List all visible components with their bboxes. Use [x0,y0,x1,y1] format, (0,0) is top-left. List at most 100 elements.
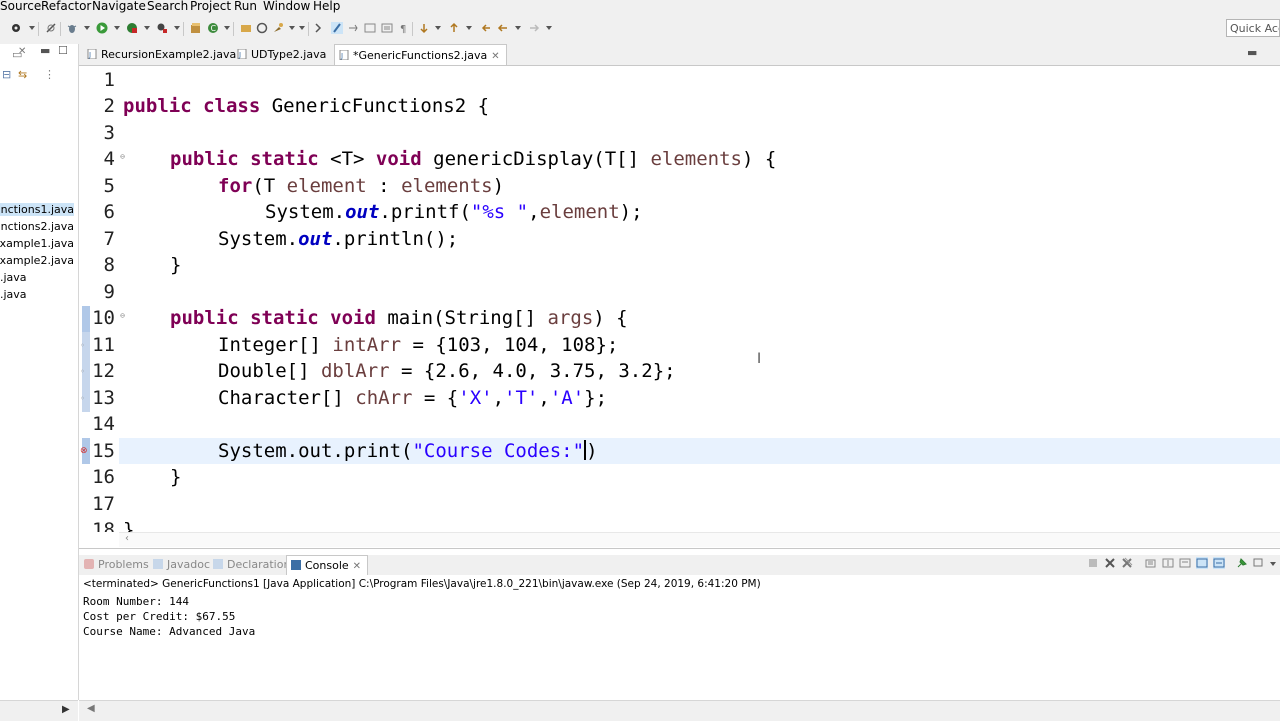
tab-recursion-example2[interactable]: J RecursionExample2.java [83,44,240,65]
clear-console-icon[interactable] [1145,557,1157,569]
debug-icon[interactable] [66,22,78,34]
left-status-bar: ▶ [0,700,78,721]
variable: elements [401,175,493,197]
tree-item-file[interactable]: unctions2.java [0,220,74,233]
new-java-project-icon[interactable] [190,22,202,34]
open-type-icon[interactable] [240,22,252,34]
view-menu-icon[interactable]: ⋮ [44,68,55,81]
word-wrap-icon[interactable] [364,22,376,34]
code-text: ) [586,440,598,462]
code-line-13: Character[] chArr = {'X','T','A'}; [218,387,607,409]
code-text: .printf( [379,201,471,223]
scroll-left-icon[interactable]: ‹ [125,533,129,544]
remove-all-launches-icon[interactable] [1121,557,1133,569]
toggle-mark-occurrences-icon[interactable] [314,22,326,34]
run-icon[interactable] [96,22,108,34]
line-number: 16 [92,466,115,488]
declaration-icon [213,559,223,569]
line-number: 7 [103,228,115,250]
menu-search[interactable]: Search [147,0,188,13]
close-tab-icon[interactable]: ✕ [491,51,499,62]
previous-annotation-icon[interactable] [448,22,460,34]
show-whitespace-icon[interactable] [381,22,393,34]
line-number: 8 [103,254,115,276]
code-text: : [366,175,402,197]
code-line-8: } [170,254,182,276]
tab-problems[interactable]: Problems [81,555,152,575]
quick-access-input[interactable]: Quick Access [1226,19,1280,37]
code-text: , [538,387,550,409]
menu-source[interactable]: Source [0,0,41,13]
tab-generic-functions2[interactable]: J *GenericFunctions2.java ✕ [334,44,507,65]
keyword: for [218,175,253,197]
menu-run[interactable]: Run [234,0,257,13]
open-task-icon[interactable] [256,22,268,34]
word-wrap-icon[interactable] [1179,557,1191,569]
highlight-icon[interactable] [331,22,343,34]
console-output-line: Room Number: 144 [83,595,189,608]
gear-icon[interactable] [10,22,22,34]
tab-udtype2[interactable]: J UDType2.java [233,44,330,65]
code-text: <T> [318,148,376,170]
pilcrow-icon[interactable]: ¶ [398,22,410,34]
link-with-editor-icon[interactable]: ⇆ [18,68,27,81]
new-class-icon[interactable]: C [207,22,219,34]
view-menu-dropdown[interactable] [1270,562,1276,566]
scroll-lock-icon[interactable] [1162,557,1174,569]
keyword: public static void [170,307,376,329]
console-process-status: <terminated> GenericFunctions1 [Java App… [83,578,761,590]
tree-item-file[interactable]: .java [0,288,27,301]
tab-console[interactable]: Console ✕ [286,555,369,575]
close-icon[interactable]: ✕ [18,46,26,57]
keyword: public static [170,148,319,170]
maximize-view-icon[interactable]: ☐ [58,44,68,57]
close-tab-icon[interactable]: ✕ [353,561,361,572]
scroll-left-icon[interactable]: ◀ [87,703,95,714]
search-icon[interactable] [272,22,284,34]
menu-window[interactable]: Window [263,0,310,13]
menu-help[interactable]: Help [313,0,340,13]
back-icon[interactable] [497,22,509,34]
show-console-on-error-icon[interactable] [1213,557,1225,569]
show-console-on-output-icon[interactable] [1196,557,1208,569]
console-output-line: Cost per Credit: $67.55 [83,610,236,623]
menu-project[interactable]: Project [190,0,231,13]
scroll-right-icon[interactable]: ▶ [62,704,70,715]
static-field: out [298,228,333,250]
next-annotation-icon[interactable] [418,22,430,34]
block-selection-icon[interactable] [347,22,359,34]
string-literal: "%s " [470,201,529,223]
forward-icon[interactable] [528,22,540,34]
keyword: void [375,148,422,170]
terminate-icon[interactable] [1087,557,1099,569]
tab-declaration[interactable]: Declaration [210,555,293,575]
variable: args [547,307,594,329]
display-console-icon[interactable] [1253,557,1265,569]
tree-item-file[interactable]: .java [0,271,27,284]
char-literal: 'T' [504,387,539,409]
java-file-icon: J [237,49,247,59]
tree-item-file[interactable]: nExample2.java [0,254,74,267]
external-tools-icon[interactable] [156,22,168,34]
coverage-icon[interactable] [126,22,138,34]
tree-item-file[interactable]: unctions1.java [0,203,74,216]
variable: dblArr [320,360,390,382]
tab-label: RecursionExample2.java [101,48,237,61]
minimize-editor-icon[interactable]: ▬ [1247,46,1257,59]
editor-tab-bar: J RecursionExample2.java J UDType2.java J *… [79,44,1280,66]
tree-item-file[interactable]: nExample1.java [0,237,74,250]
pin-console-icon[interactable] [1236,557,1248,569]
collapse-all-icon[interactable]: ⊟ [2,68,11,81]
variable: elements [650,148,742,170]
tab-javadoc[interactable]: Javadoc [150,555,213,575]
skip-breakpoints-icon[interactable] [45,22,57,34]
editor-horizontal-scrollbar[interactable]: ‹ [119,532,1280,547]
bottom-tab-bar: Problems Javadoc Declaration Console ✕ [79,555,1280,575]
last-edit-location-icon[interactable] [480,22,492,34]
status-bar: ◀ [79,700,1280,721]
code-text: ) { [593,307,628,329]
minimize-view-icon[interactable]: ▬ [40,44,50,57]
menu-refactor[interactable]: Refactor [41,0,91,13]
menu-navigate[interactable]: Navigate [92,0,146,13]
remove-launch-icon[interactable] [1104,557,1116,569]
